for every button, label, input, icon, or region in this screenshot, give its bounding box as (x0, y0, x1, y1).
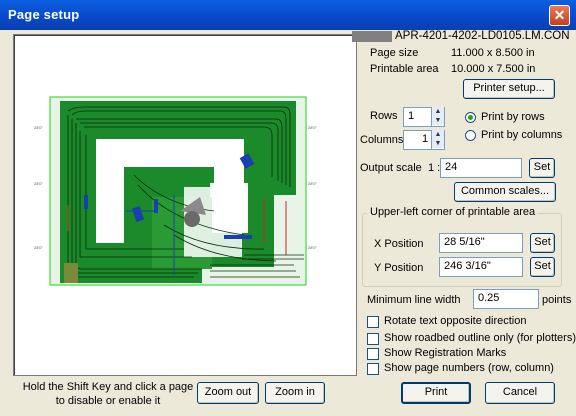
svg-text:28'0": 28'0" (308, 245, 317, 250)
common-scales-label: Common scales... (460, 185, 550, 197)
output-scale-label: Output scale (360, 162, 422, 174)
rows-up-icon[interactable]: ▲ (432, 107, 444, 116)
page-size-label: Page size (370, 47, 419, 59)
layout-preview-image: 28'0" 28'0" 28'0" 28'0" 28'0" 28'0" (34, 96, 317, 286)
svg-text:28'0": 28'0" (308, 125, 317, 130)
min-line-width-value: 0.25 (478, 292, 500, 304)
output-scale-input[interactable]: 24 (440, 158, 522, 178)
min-line-width-unit: points (542, 294, 572, 306)
rotate-text-checkbox[interactable] (367, 316, 379, 328)
registration-marks-checkbox[interactable] (367, 348, 379, 360)
rows-label: Rows (370, 110, 398, 122)
output-scale-set-label: Set (533, 161, 551, 173)
printer-setup-button[interactable]: Printer setup... (463, 79, 555, 99)
shift-click-hint: Hold the Shift Key and click a page to d… (17, 380, 199, 408)
output-scale-set-button[interactable]: Set (529, 158, 555, 178)
y-position-set-button[interactable]: Set (530, 257, 555, 277)
print-label: Print (424, 386, 448, 398)
rows-down-icon[interactable]: ▼ (432, 116, 444, 125)
columns-stepper[interactable]: 1 ▲ ▼ (403, 130, 445, 150)
common-scales-button[interactable]: Common scales... (454, 182, 556, 202)
rows-stepper[interactable]: 1 ▲ ▼ (403, 107, 445, 127)
roadbed-outline-label[interactable]: Show roadbed outline only (for plotters) (384, 332, 576, 344)
columns-up-icon[interactable]: ▲ (432, 130, 444, 139)
hint-line-2: to disable or enable it (55, 395, 161, 407)
min-line-width-label: Minimum line width (367, 294, 461, 306)
x-position-value: 28 5/16" (444, 236, 485, 248)
print-by-rows-label[interactable]: Print by rows (481, 111, 545, 123)
y-position-label: Y Position (374, 262, 424, 274)
hint-line-1: Hold the Shift Key and click a page (22, 381, 194, 393)
min-line-width-input[interactable]: 0.25 (473, 289, 539, 309)
close-button[interactable]: ✕ (549, 5, 570, 26)
svg-text:28'0": 28'0" (34, 125, 43, 130)
print-button[interactable]: Print (401, 382, 471, 404)
zoom-in-button[interactable]: Zoom in (265, 382, 325, 404)
title-bar: Page setup ✕ (0, 0, 576, 30)
svg-text:28'0": 28'0" (308, 181, 317, 186)
roadbed-outline-checkbox[interactable] (367, 333, 379, 345)
svg-text:28'0": 28'0" (34, 245, 43, 250)
columns-down-icon[interactable]: ▼ (432, 139, 444, 148)
print-by-columns-label[interactable]: Print by columns (481, 129, 562, 141)
zoom-in-label: Zoom in (275, 386, 315, 398)
file-name: APR-4201-4202-LD0105.LM.CON (395, 30, 570, 42)
x-position-input[interactable]: 28 5/16" (439, 233, 523, 253)
x-position-set-label: Set (534, 236, 551, 248)
printable-area-value: 10.000 x 7.500 in (451, 63, 536, 75)
x-position-label: X Position (374, 238, 424, 250)
columns-value: 1 (422, 133, 429, 145)
svg-text:28'0": 28'0" (34, 181, 43, 186)
print-by-rows-radio[interactable] (465, 112, 476, 123)
rotate-text-label[interactable]: Rotate text opposite direction (384, 315, 526, 327)
page-numbers-checkbox[interactable] (367, 363, 379, 375)
page-preview[interactable]: 28'0" 28'0" 28'0" 28'0" 28'0" 28'0" (13, 34, 357, 376)
upper-left-corner-title: Upper-left corner of printable area (367, 206, 539, 218)
registration-marks-label[interactable]: Show Registration Marks (384, 347, 506, 359)
rows-spin[interactable]: ▲ ▼ (431, 107, 444, 127)
zoom-out-button[interactable]: Zoom out (197, 382, 259, 404)
y-position-value: 246 3/16" (444, 260, 491, 272)
cancel-button[interactable]: Cancel (485, 382, 555, 404)
dialog-body: 28'0" 28'0" 28'0" 28'0" 28'0" 28'0" Hold… (3, 30, 576, 413)
page-size-value: 11.000 x 8.500 in (451, 47, 535, 59)
y-position-set-label: Set (534, 260, 551, 272)
x-position-set-button[interactable]: Set (530, 233, 555, 253)
page-numbers-label[interactable]: Show page numbers (row, column) (384, 362, 554, 374)
file-color-swatch (352, 31, 392, 42)
window-title: Page setup (8, 7, 80, 22)
output-scale-prefix: 1 : (428, 162, 441, 174)
printer-setup-label: Printer setup... (473, 82, 545, 94)
zoom-out-label: Zoom out (204, 386, 252, 398)
columns-label: Columns (360, 134, 404, 146)
columns-spin[interactable]: ▲ ▼ (431, 130, 444, 150)
output-scale-value: 24 (445, 161, 458, 173)
print-by-columns-radio[interactable] (465, 130, 476, 141)
y-position-input[interactable]: 246 3/16" (439, 257, 523, 277)
printable-area-label: Printable area (370, 63, 439, 75)
cancel-label: Cancel (502, 386, 538, 398)
rows-value: 1 (408, 110, 415, 122)
